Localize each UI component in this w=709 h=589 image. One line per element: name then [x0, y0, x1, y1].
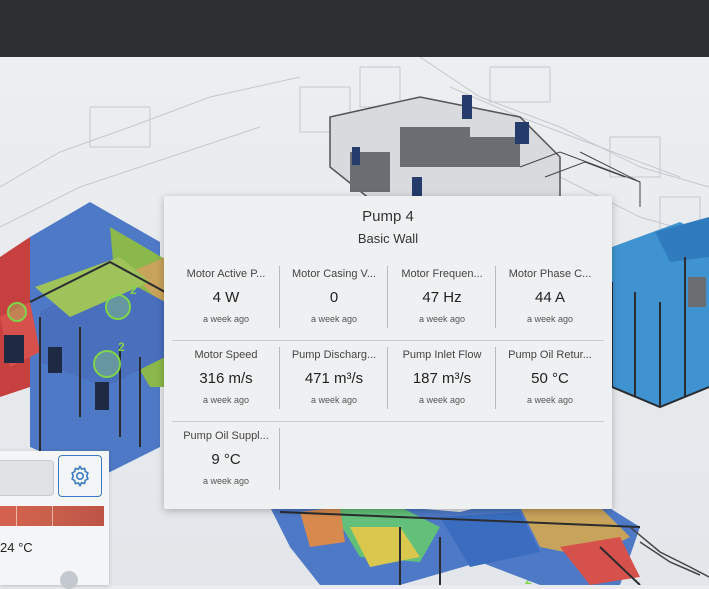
- sensor-value: 316 m/s: [199, 370, 253, 387]
- card-subtitle: Basic Wall: [357, 231, 419, 246]
- top-bar: [0, 0, 709, 57]
- sensor-timestamp: a week ago: [526, 395, 574, 405]
- sensor-value: 471 m³/s: [304, 370, 364, 387]
- sensor-value: 9 °C: [211, 451, 241, 468]
- sensor-timestamp: a week ago: [418, 314, 466, 324]
- sensor-value: 50 °C: [531, 370, 569, 387]
- sensor-cell: Motor Speed 316 m/s a week ago: [172, 341, 280, 411]
- sensor-label: Motor Frequen...: [401, 268, 483, 280]
- sensor-label: Motor Active P...: [186, 268, 266, 280]
- sensor-cell: Pump Oil Retur... 50 °C a week ago: [496, 341, 604, 411]
- heatmap-settings-panel: 24 °C: [0, 451, 109, 589]
- sensor-label: Motor Casing V...: [292, 268, 376, 280]
- sensor-value: 4 W: [212, 289, 240, 306]
- sensor-label: Pump Oil Suppl...: [183, 430, 269, 442]
- temperature-label: 24 °C: [0, 540, 33, 555]
- sensor-cell: Motor Active P... 4 W a week ago: [172, 260, 280, 330]
- sensor-timestamp: a week ago: [310, 314, 358, 324]
- sensor-select-input[interactable]: [0, 460, 54, 496]
- sensor-label: Motor Speed: [194, 349, 258, 361]
- sensor-cell: Motor Phase C... 44 A a week ago: [496, 260, 604, 330]
- sensor-cell: Pump Inlet Flow 187 m³/s a week ago: [388, 341, 496, 411]
- settings-button[interactable]: [58, 455, 102, 497]
- slider-handle[interactable]: [60, 571, 78, 589]
- sensor-cell: Motor Frequen... 47 Hz a week ago: [388, 260, 496, 330]
- card-title: Pump 4: [362, 208, 414, 225]
- sensor-label: Pump Discharg...: [291, 349, 377, 361]
- sensor-label: Motor Phase C...: [508, 268, 592, 280]
- sensor-cell: Motor Casing V... 0 a week ago: [280, 260, 388, 330]
- marker-label: 2: [118, 340, 125, 354]
- sensor-timestamp: a week ago: [202, 476, 250, 486]
- sensor-cell: Pump Discharg... 471 m³/s a week ago: [280, 341, 388, 411]
- sensor-label: Pump Inlet Flow: [402, 349, 482, 361]
- sensor-value: 44 A: [534, 289, 566, 306]
- sensor-row: Motor Active P... 4 W a week ago Motor C…: [172, 260, 604, 341]
- sensor-value: 0: [329, 289, 339, 306]
- sensor-value: 47 Hz: [422, 289, 462, 306]
- sensor-row: Motor Speed 316 m/s a week ago Pump Disc…: [172, 341, 604, 422]
- sensor-timestamp: a week ago: [202, 314, 250, 324]
- sensor-timestamp: a week ago: [418, 395, 466, 405]
- sensor-cell: Pump Oil Suppl... 9 °C a week ago: [172, 422, 280, 492]
- sensor-timestamp: a week ago: [526, 314, 574, 324]
- sensor-info-card: Pump 4 Basic Wall Motor Active P... 4 W …: [164, 196, 612, 509]
- heatmap-gradient-bar: [0, 506, 104, 526]
- sensor-row: Pump Oil Suppl... 9 °C a week ago: [172, 422, 604, 502]
- marker-label: 2: [130, 283, 137, 297]
- sensor-label: Pump Oil Retur...: [508, 349, 592, 361]
- sensor-timestamp: a week ago: [202, 395, 250, 405]
- sensor-timestamp: a week ago: [310, 395, 358, 405]
- gear-icon: [71, 464, 89, 488]
- sensor-grid: Motor Active P... 4 W a week ago Motor C…: [172, 260, 604, 502]
- sensor-value: 187 m³/s: [412, 370, 472, 387]
